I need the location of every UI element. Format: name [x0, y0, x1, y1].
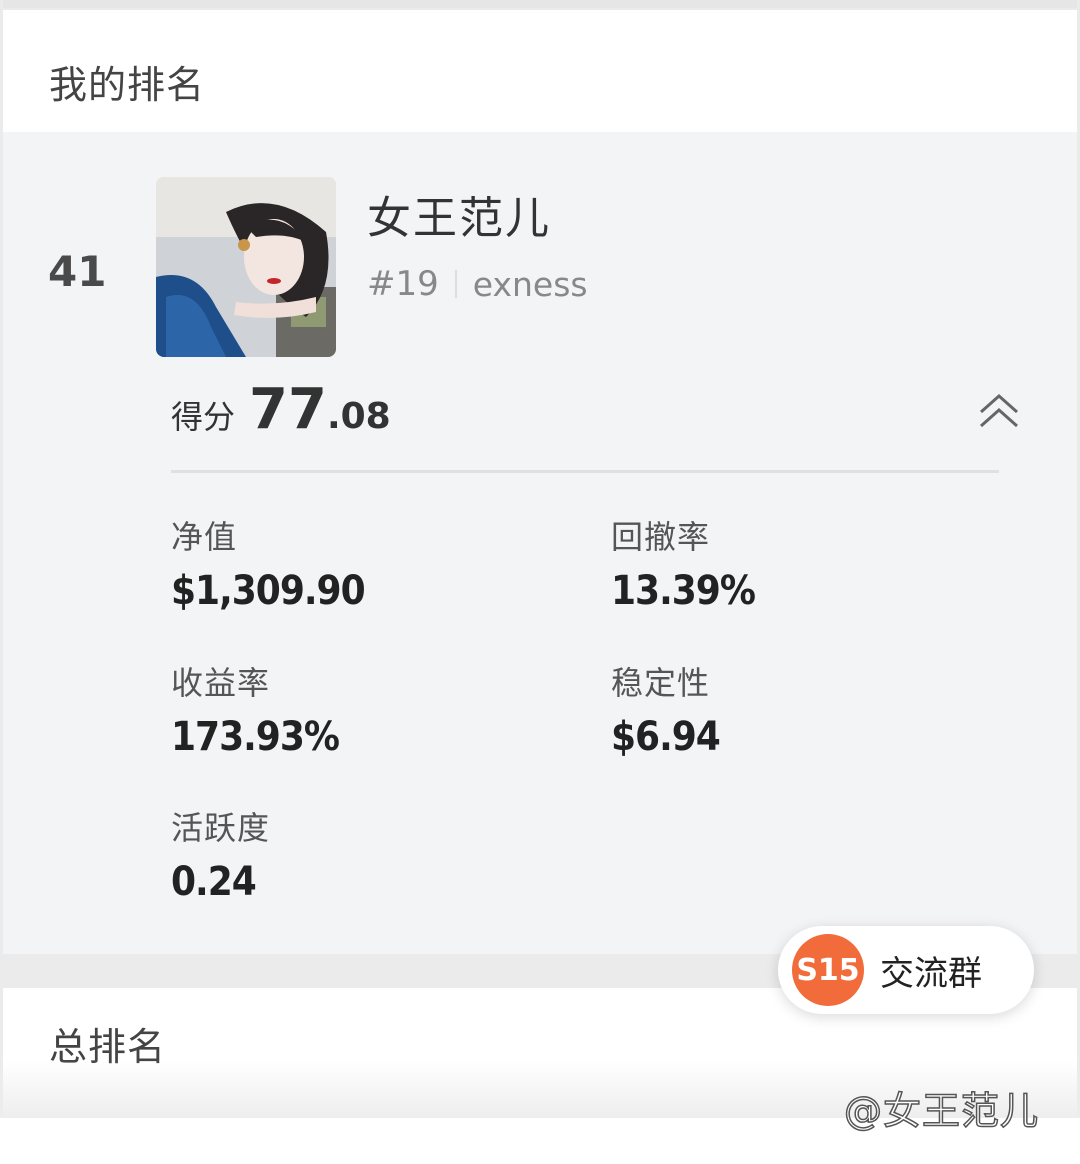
user-number: #19	[367, 264, 439, 304]
s15-badge-icon: S15	[792, 934, 864, 1006]
watermark: @女王范儿	[843, 1088, 1040, 1134]
stat-value: $6.94	[611, 714, 721, 760]
my-ranking-card[interactable]: 41 女王范儿 #19 exness 得分 77 .08 净值 $1,309.9…	[3, 132, 1077, 954]
score-integer: 77	[249, 377, 327, 442]
score-label: 得分	[171, 398, 236, 436]
stat-net-value: 净值 $1,309.90	[171, 512, 571, 614]
chat-group-label: 交流群	[880, 953, 982, 994]
meta-separator	[454, 270, 457, 298]
stat-value: 173.93%	[171, 714, 340, 760]
stat-drawdown: 回撤率 13.39%	[611, 512, 1011, 614]
broker-name: exness	[472, 264, 588, 304]
score-row: 得分 77 .08	[171, 377, 391, 442]
stat-label: 活跃度	[171, 809, 271, 847]
chevron-double-up-icon[interactable]	[975, 392, 1023, 432]
my-ranking-header: 我的排名	[3, 10, 1077, 132]
top-divider	[3, 0, 1077, 8]
rank-number: 41	[48, 247, 107, 296]
user-meta: #19 exness	[367, 264, 588, 304]
stat-label: 净值	[171, 518, 238, 556]
my-ranking-title: 我的排名	[49, 63, 206, 107]
stat-value: 0.24	[171, 859, 257, 905]
stat-label: 收益率	[171, 664, 271, 702]
stat-stability: 稳定性 $6.94	[611, 658, 1011, 760]
score-decimal: .08	[326, 396, 391, 437]
score-divider	[171, 470, 999, 473]
stat-return: 收益率 173.93%	[171, 658, 571, 760]
stat-label: 回撤率	[611, 518, 711, 556]
user-name[interactable]: 女王范儿	[367, 182, 551, 246]
stat-value: 13.39%	[611, 568, 756, 614]
stat-label: 稳定性	[611, 664, 711, 702]
avatar[interactable]	[156, 177, 336, 357]
stat-activity: 活跃度 0.24	[171, 803, 571, 905]
stat-value: $1,309.90	[171, 568, 366, 614]
chat-group-button[interactable]: S15 交流群	[778, 926, 1034, 1014]
